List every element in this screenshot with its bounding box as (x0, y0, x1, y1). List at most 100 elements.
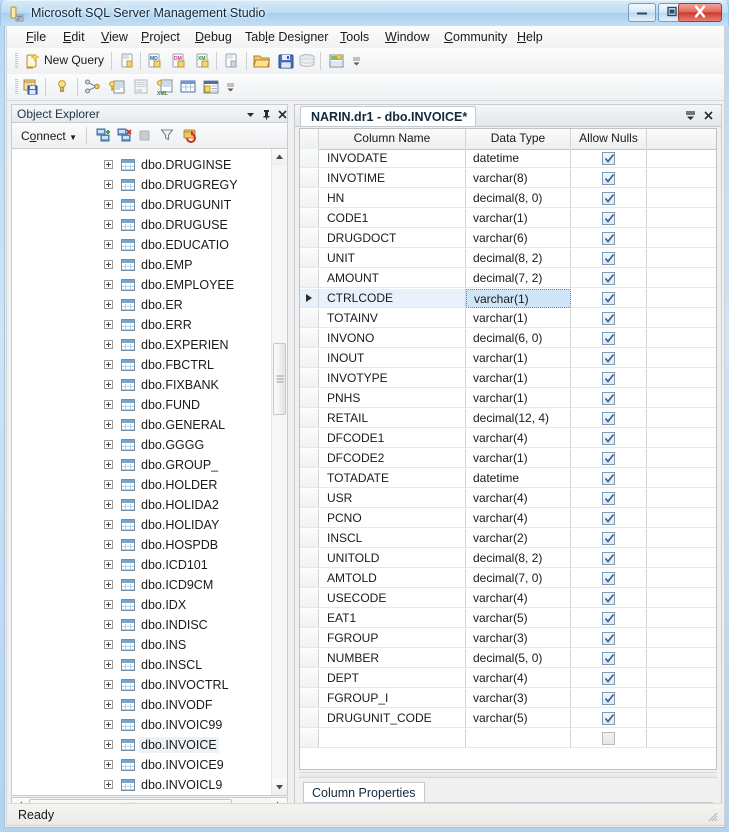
cell-data-type[interactable]: varchar(2) (466, 529, 571, 548)
save-icon[interactable] (276, 51, 296, 71)
checkbox-checked-icon[interactable] (602, 332, 615, 345)
table-row[interactable]: PCNOvarchar(4) (300, 509, 716, 529)
expand-plus-icon[interactable] (104, 780, 113, 789)
table-row[interactable]: DFCODE2varchar(1) (300, 449, 716, 469)
row-header[interactable] (300, 149, 319, 168)
checkbox-checked-icon[interactable] (602, 472, 615, 485)
close-icon[interactable] (276, 108, 289, 121)
table-row[interactable]: INVOTIMEvarchar(8) (300, 169, 716, 189)
cell-allow-nulls[interactable] (571, 589, 647, 608)
cell-allow-nulls[interactable] (571, 649, 647, 668)
cell-allow-nulls[interactable] (571, 489, 647, 508)
tree-item[interactable]: dbo.ERR (12, 315, 265, 335)
cell-allow-nulls[interactable] (571, 409, 647, 428)
tree-item[interactable]: dbo.ICD101 (12, 555, 265, 575)
checkbox-checked-icon[interactable] (602, 672, 615, 685)
tree-item[interactable]: dbo.DRUGUNIT (12, 195, 265, 215)
cell-allow-nulls[interactable] (571, 389, 647, 408)
tab-column-properties[interactable]: Column Properties (303, 782, 425, 803)
expand-plus-icon[interactable] (104, 580, 113, 589)
expand-plus-icon[interactable] (104, 620, 113, 629)
row-header[interactable] (300, 569, 319, 588)
expand-plus-icon[interactable] (104, 280, 113, 289)
manage-xml-indexes-icon[interactable]: XML (155, 77, 175, 97)
tree-item[interactable]: dbo.FUND (12, 395, 265, 415)
header-allow-nulls[interactable]: Allow Nulls (571, 129, 647, 148)
table-row[interactable]: FGROUPvarchar(3) (300, 629, 716, 649)
new-query-button[interactable]: New Query (44, 53, 104, 67)
cell-data-type[interactable]: decimal(8, 0) (466, 189, 571, 208)
cell-allow-nulls[interactable] (571, 709, 647, 728)
cell-data-type[interactable]: decimal(5, 0) (466, 649, 571, 668)
expand-plus-icon[interactable] (104, 540, 113, 549)
cell-column-name[interactable]: DRUGUNIT_CODE (319, 709, 466, 728)
tree-item[interactable]: dbo.HOLIDAY (12, 515, 265, 535)
row-header[interactable] (300, 429, 319, 448)
checkbox-checked-icon[interactable] (602, 432, 615, 445)
table-row[interactable]: HNdecimal(8, 0) (300, 189, 716, 209)
cell-column-name[interactable]: UNITOLD (319, 549, 466, 568)
cell-allow-nulls[interactable] (571, 669, 647, 688)
cell-data-type[interactable]: varchar(8) (466, 169, 571, 188)
cell-allow-nulls[interactable] (571, 309, 647, 328)
tree-item[interactable]: dbo.FBCTRL (12, 355, 265, 375)
open-file-icon[interactable] (252, 51, 272, 71)
expand-plus-icon[interactable] (104, 400, 113, 409)
tree-item[interactable]: dbo.EMP (12, 255, 265, 275)
toolbar-grip[interactable] (15, 53, 18, 69)
cell-column-name[interactable]: USECODE (319, 589, 466, 608)
cell-column-name[interactable]: PNHS (319, 389, 466, 408)
connect-button[interactable]: Connect ▼ (18, 127, 80, 145)
new-query-icon[interactable] (23, 51, 43, 71)
toolbar-overflow-icon[interactable] (226, 82, 235, 93)
cell-column-name[interactable]: DFCODE1 (319, 429, 466, 448)
cell-allow-nulls[interactable] (571, 229, 647, 248)
row-header[interactable] (300, 349, 319, 368)
toolbar-grip[interactable] (15, 79, 18, 95)
window-position-icon[interactable] (244, 108, 257, 121)
table-row[interactable]: DFCODE1varchar(4) (300, 429, 716, 449)
tree-item[interactable]: dbo.ICD9CM (12, 575, 265, 595)
checkbox-checked-icon[interactable] (602, 412, 615, 425)
tree-item[interactable]: dbo.HOLIDA2 (12, 495, 265, 515)
menu-table-designer[interactable]: Table Designer (240, 29, 333, 46)
cell-data-type[interactable]: decimal(8, 2) (466, 249, 571, 268)
checkbox-checked-icon[interactable] (602, 712, 615, 725)
checkbox-checked-icon[interactable] (602, 572, 615, 585)
menu-debug[interactable]: Debug (190, 29, 237, 46)
new-analysis-services-xmla-query-icon[interactable]: XM (194, 51, 214, 71)
row-header[interactable] (300, 629, 319, 648)
row-header[interactable] (300, 469, 319, 488)
table-row[interactable]: INSCLvarchar(2) (300, 529, 716, 549)
checkbox-checked-icon[interactable] (602, 652, 615, 665)
cell-allow-nulls[interactable] (571, 289, 647, 308)
cell-data-type[interactable]: varchar(5) (466, 609, 571, 628)
cell-column-name[interactable]: NUMBER (319, 649, 466, 668)
tree-item[interactable]: dbo.DRUGREGY (12, 175, 265, 195)
scroll-down-button[interactable] (272, 779, 287, 795)
manage-check-constraints-icon[interactable] (178, 77, 198, 97)
tree-item[interactable]: dbo.GROUP_ (12, 455, 265, 475)
cell-column-name[interactable]: DEPT (319, 669, 466, 688)
checkbox-checked-icon[interactable] (602, 312, 615, 325)
cell-data-type[interactable]: varchar(1) (466, 289, 571, 308)
expand-plus-icon[interactable] (104, 380, 113, 389)
checkbox-checked-icon[interactable] (602, 512, 615, 525)
cell-data-type[interactable]: varchar(1) (466, 349, 571, 368)
expand-plus-icon[interactable] (104, 660, 113, 669)
tree-item[interactable]: dbo.HOLDER (12, 475, 265, 495)
table-row[interactable]: FGROUP_Ivarchar(3) (300, 689, 716, 709)
manage-indexes-and-keys-icon[interactable] (107, 77, 127, 97)
cell-allow-nulls[interactable] (571, 349, 647, 368)
cell-allow-nulls[interactable] (571, 569, 647, 588)
checkbox-checked-icon[interactable] (602, 172, 615, 185)
cell-data-type[interactable]: varchar(1) (466, 209, 571, 228)
cell-column-name[interactable]: FGROUP (319, 629, 466, 648)
row-header[interactable] (300, 289, 319, 308)
relationships-icon[interactable] (83, 77, 103, 97)
active-files-dropdown-icon[interactable] (684, 109, 697, 122)
auto-hide-pin-icon[interactable] (260, 108, 273, 121)
menu-help[interactable]: Help (512, 29, 548, 46)
cell-data-type[interactable]: varchar(3) (466, 689, 571, 708)
cell-column-name[interactable]: DFCODE2 (319, 449, 466, 468)
